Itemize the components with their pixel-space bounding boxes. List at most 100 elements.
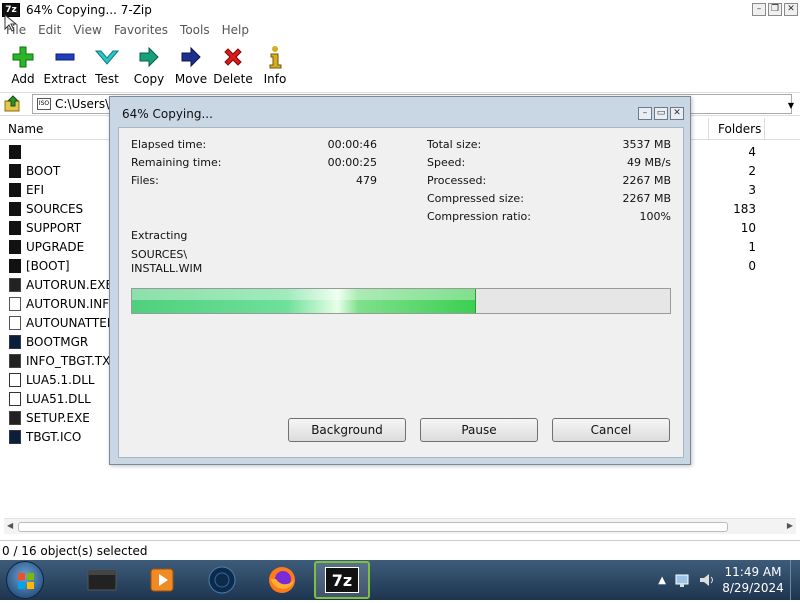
compressed-size-label: Compressed size: xyxy=(427,192,524,205)
compression-ratio-row: Compression ratio: 100% xyxy=(427,210,671,228)
copy-arrow-icon xyxy=(136,44,162,70)
files-label: Files: xyxy=(131,174,159,187)
show-desktop-button[interactable] xyxy=(790,560,800,600)
compression-ratio-label: Compression ratio: xyxy=(427,210,531,223)
column-separator[interactable] xyxy=(764,118,765,140)
dialog-minimize-button[interactable]: – xyxy=(638,107,652,120)
menu-tools[interactable]: Tools xyxy=(174,23,216,37)
column-name-header[interactable]: Name xyxy=(8,122,43,136)
7zip-icon: 7z xyxy=(325,567,359,593)
system-tray: ▲ 11:49 AM 8/29/2024 xyxy=(658,560,800,600)
delete-button[interactable]: Delete xyxy=(213,40,253,86)
close-button[interactable]: ✕ xyxy=(784,3,798,16)
speaker-icon[interactable] xyxy=(698,571,716,589)
total-size-row: Total size: 3537 MB xyxy=(427,138,671,156)
mouse-cursor-icon xyxy=(4,14,18,32)
maximize-button[interactable]: ❐ xyxy=(768,3,782,16)
file-name: BOOTMGR xyxy=(26,334,89,349)
files-value: 479 xyxy=(356,174,377,187)
cancel-button[interactable]: Cancel xyxy=(552,418,670,442)
total-size-label: Total size: xyxy=(427,138,482,151)
processed-label: Processed: xyxy=(427,174,487,187)
folder-count: 2 xyxy=(748,163,756,178)
exe-file-icon xyxy=(9,410,21,425)
speed-row: Speed: 49 MB/s xyxy=(427,156,671,174)
menu-favorites[interactable]: Favorites xyxy=(108,23,174,37)
menu-edit[interactable]: Edit xyxy=(32,23,67,37)
compression-ratio-value: 100% xyxy=(639,210,671,223)
minimize-button[interactable]: – xyxy=(752,3,766,16)
media-player-icon xyxy=(150,568,174,592)
dialog-close-button[interactable]: ✕ xyxy=(670,107,684,120)
current-file: INSTALL.WIM xyxy=(131,262,203,275)
file-name: SOURCES xyxy=(26,201,84,216)
file-name: AUTOUNATTEN xyxy=(26,315,116,330)
elapsed-time-row: Elapsed time: 00:00:46 xyxy=(131,138,377,156)
folder-icon xyxy=(9,220,21,235)
info-button[interactable]: Info xyxy=(256,40,294,86)
copy-button[interactable]: Copy xyxy=(130,40,168,86)
chevron-up-icon[interactable]: ▲ xyxy=(658,575,666,586)
folder-up-icon[interactable] xyxy=(4,95,22,113)
elapsed-time-value: 00:00:46 xyxy=(327,138,377,151)
progress-bar-fill xyxy=(132,289,477,313)
menu-help[interactable]: Help xyxy=(216,23,255,37)
column-separator[interactable] xyxy=(708,118,709,140)
globe-icon xyxy=(208,566,236,594)
add-button[interactable]: Add xyxy=(4,40,42,86)
file-name: BOOT xyxy=(26,163,61,178)
folder-icon xyxy=(9,239,21,254)
speed-value: 49 MB/s xyxy=(627,156,671,169)
text-file-icon xyxy=(9,353,21,368)
elapsed-time-label: Elapsed time: xyxy=(131,138,207,151)
scroll-right-icon[interactable]: ▶ xyxy=(787,521,793,530)
start-button[interactable] xyxy=(6,561,44,599)
system-file-icon xyxy=(9,334,21,349)
taskbar-clock[interactable]: 11:49 AM 8/29/2024 xyxy=(722,564,784,596)
column-folders-header[interactable]: Folders xyxy=(718,122,761,136)
taskbar-app-firefox[interactable] xyxy=(254,561,310,599)
test-button[interactable]: Test xyxy=(88,40,126,86)
scroll-left-icon[interactable]: ◀ xyxy=(7,521,13,530)
dialog-maximize-button[interactable]: ▭ xyxy=(654,107,668,120)
taskbar-app-file-manager[interactable] xyxy=(74,561,130,599)
scrollbar-thumb[interactable] xyxy=(18,522,728,532)
image-file-icon xyxy=(9,429,21,444)
title-bar: 7z 64% Copying... 7-Zip – ❐ ✕ xyxy=(0,0,800,20)
file-name: UPGRADE xyxy=(26,239,85,254)
current-path: SOURCES\ xyxy=(131,248,188,261)
copy-label: Copy xyxy=(133,72,165,86)
menu-bar: File Edit View Favorites Tools Help xyxy=(0,20,800,40)
address-path: C:\Users\ xyxy=(55,97,110,111)
x-icon xyxy=(220,44,246,70)
pause-button[interactable]: Pause xyxy=(420,418,538,442)
file-name: SETUP.EXE xyxy=(26,410,90,425)
taskbar-app-media-player[interactable] xyxy=(134,561,190,599)
taskbar-app-globe[interactable] xyxy=(194,561,250,599)
taskbar-app-7zip[interactable]: 7z xyxy=(314,561,370,599)
folder-count: 1 xyxy=(748,239,756,254)
file-name: TBGT.ICO xyxy=(26,429,82,444)
window-title: 64% Copying... 7-Zip xyxy=(26,3,152,17)
test-label: Test xyxy=(95,72,119,86)
file-name: LUA5.1.DLL xyxy=(26,372,95,387)
chevron-down-icon[interactable]: ▼ xyxy=(788,101,794,110)
info-label: Info xyxy=(263,72,287,86)
total-size-value: 3537 MB xyxy=(622,138,671,151)
dialog-body: Elapsed time: 00:00:46 Remaining time: 0… xyxy=(118,127,684,458)
background-button[interactable]: Background xyxy=(288,418,406,442)
folder-icon xyxy=(9,201,21,216)
exe-file-icon xyxy=(9,277,21,292)
file-name: SUPPORT xyxy=(26,220,82,235)
folder-count: 3 xyxy=(748,182,756,197)
extract-label: Extract xyxy=(43,72,87,86)
clock-time: 11:49 AM xyxy=(724,565,782,579)
move-button[interactable]: Move xyxy=(172,40,210,86)
network-icon[interactable] xyxy=(674,571,692,589)
menu-view[interactable]: View xyxy=(67,23,107,37)
operation-label: Extracting xyxy=(131,229,188,242)
extract-button[interactable]: Extract xyxy=(43,40,87,86)
horizontal-scrollbar[interactable]: ◀ ▶ xyxy=(4,518,796,534)
folder-count: 10 xyxy=(740,220,756,235)
plus-icon xyxy=(10,44,36,70)
